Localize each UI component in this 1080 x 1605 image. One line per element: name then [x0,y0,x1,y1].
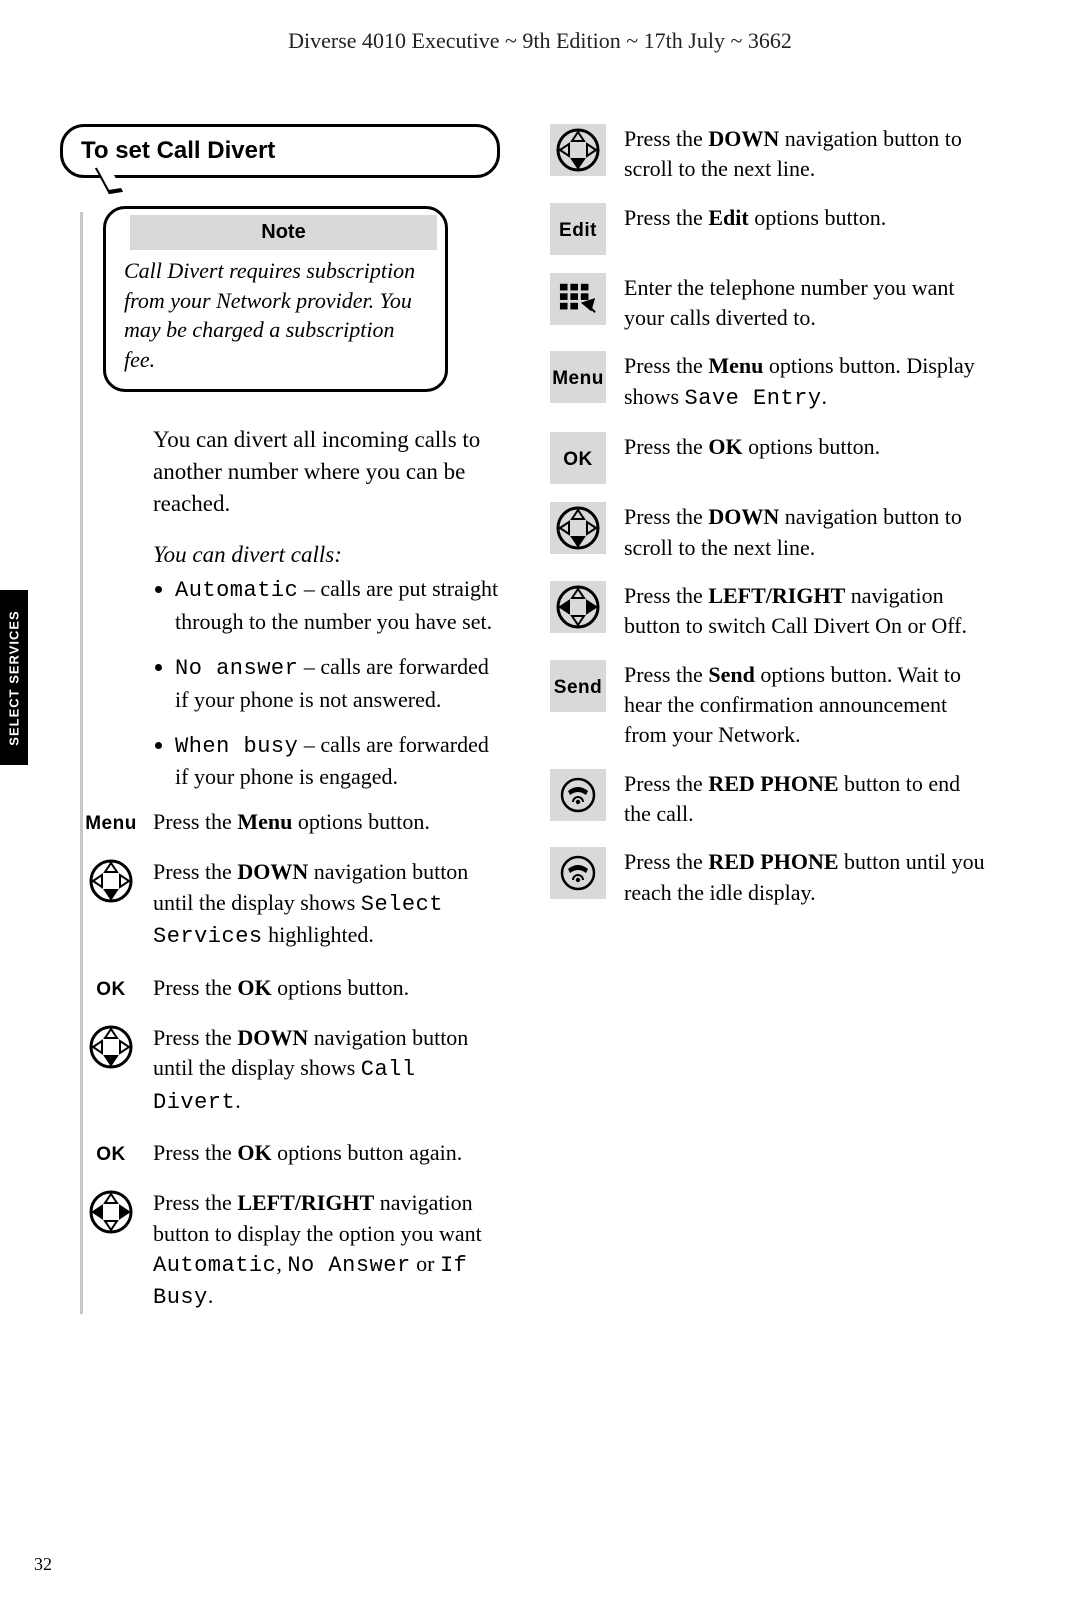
bullet-code: Automatic [175,578,298,603]
step-text: Press the RED PHONE button until you rea… [624,847,990,908]
step-icon-slot [550,769,606,821]
step-text: Press the RED PHONE button to end the ca… [624,769,990,830]
step-text: Press the Menu options button. Display s… [624,351,990,414]
step-text: Press the LEFT/RIGHT navigation button t… [153,1188,500,1313]
divert-bullet-list: Automatic – calls are put straight throu… [153,574,500,793]
step-row: Press the DOWN navigation button to scro… [550,124,990,185]
divert-heading: You can divert calls: [153,542,500,568]
step-row: Edit Press the Edit options button. [550,203,990,255]
nav-down-icon [89,859,133,903]
bullet-code: No answer [175,656,298,681]
step-text: Press the Edit options button. [624,203,990,233]
step-row: Press the DOWN navigation button until t… [83,1023,500,1118]
bullet-code: When busy [175,734,298,759]
step-icon-slot: OK [83,1138,139,1166]
procedure-title: To set Call Divert [60,124,500,178]
step-text: Press the OK options button. [624,432,990,462]
nav-left-right-icon [556,585,600,629]
bullet-when-busy: When busy – calls are forwarded if your … [175,730,500,794]
step-row: Press the RED PHONE button until you rea… [550,847,990,908]
step-text: Press the Send options button. Wait to h… [624,660,990,751]
step-row: OK Press the OK options button. [83,973,500,1003]
step-icon-slot [550,502,606,554]
step-icon-slot: Menu [550,351,606,403]
step-text: Press the OK options button again. [153,1138,500,1168]
button-label-menu: Menu [550,364,606,390]
step-text: Press the DOWN navigation button to scro… [624,124,990,185]
note-heading: Note [130,215,437,250]
step-icon-slot [83,857,139,903]
nav-down-icon [89,1025,133,1069]
step-text: Press the DOWN navigation button until t… [153,857,500,952]
procedure-title-text: To set Call Divert [81,137,275,164]
section-tab-label: SELECT SERVICES [7,610,22,745]
step-icon-slot [550,273,606,325]
step-icon-slot [83,1023,139,1069]
step-row: Press the RED PHONE button to end the ca… [550,769,990,830]
red-phone-icon [560,855,596,891]
step-icon-slot: Send [550,660,606,712]
intro-text: You can divert all incoming calls to ano… [153,424,500,521]
step-row: Enter the telephone number you want your… [550,273,990,334]
section-tab: SELECT SERVICES [0,590,28,765]
note-body: Call Divert requires subscription from y… [106,250,445,389]
step-icon-slot: Menu [83,807,139,835]
step-row: Press the DOWN navigation button until t… [83,857,500,952]
step-row: OK Press the OK options button. [550,432,990,484]
red-phone-icon [560,777,596,813]
button-label-ok: OK [83,975,139,1001]
bullet-no-answer: No answer – calls are forwarded if your … [175,652,500,716]
step-text: Press the DOWN navigation button until t… [153,1023,500,1118]
step-text: Press the OK options button. [153,973,500,1003]
button-label-send: Send [550,673,606,699]
nav-left-right-icon [89,1190,133,1234]
button-label-edit: Edit [550,216,606,242]
step-icon-slot: Edit [550,203,606,255]
step-text: Press the Menu options button. [153,807,500,837]
step-row: OK Press the OK options button again. [83,1138,500,1168]
button-label-menu: Menu [83,809,139,835]
step-row: Menu Press the Menu options button. [83,807,500,837]
step-row: Press the LEFT/RIGHT navigation button t… [550,581,990,642]
button-label-ok: OK [550,445,606,471]
step-icon-slot [550,581,606,633]
step-text: Enter the telephone number you want your… [624,273,990,334]
step-text: Press the LEFT/RIGHT navigation button t… [624,581,990,642]
step-icon-slot [83,1188,139,1234]
step-row: Send Press the Send options button. Wait … [550,660,990,751]
nav-down-icon [556,506,600,550]
step-icon-slot [550,847,606,899]
step-row: Menu Press the Menu options button. Displ… [550,351,990,414]
step-icon-slot [550,124,606,176]
button-label-ok: OK [83,1140,139,1166]
bullet-automatic: Automatic – calls are put straight throu… [175,574,500,638]
keypad-icon [559,282,597,316]
right-step-list: Press the DOWN navigation button to scro… [550,124,990,908]
page-header: Diverse 4010 Executive ~ 9th Edition ~ 1… [0,0,1080,54]
left-step-list: Menu Press the Menu options button. Press … [83,807,500,1314]
page-number: 32 [34,1554,52,1575]
step-row: Press the DOWN navigation button to scro… [550,502,990,563]
step-text: Press the DOWN navigation button to scro… [624,502,990,563]
step-icon-slot: OK [83,973,139,1001]
note-box: Note Call Divert requires subscription f… [103,206,448,392]
step-row: Press the LEFT/RIGHT navigation button t… [83,1188,500,1313]
title-notch-icon [95,166,123,194]
step-icon-slot: OK [550,432,606,484]
nav-down-icon [556,128,600,172]
